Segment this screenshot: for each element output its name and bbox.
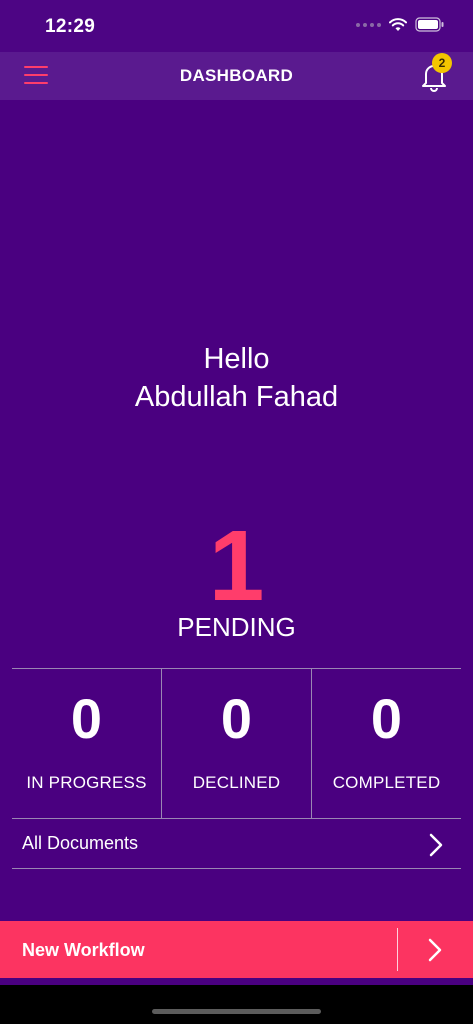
chevron-right-icon <box>428 938 442 962</box>
stats-row: 0 IN PROGRESS 0 DECLINED 0 COMPLETED <box>12 668 461 819</box>
page-title: DASHBOARD <box>179 66 294 85</box>
stat-label: IN PROGRESS <box>26 773 147 792</box>
notification-badge: 2 <box>432 53 452 73</box>
status-icons <box>356 17 445 32</box>
app-header: DASHBOARD <box>0 52 473 100</box>
user-name: Abdullah Fahad <box>134 381 339 413</box>
all-documents-label: All Documents <box>22 833 139 853</box>
bottom-bar <box>0 985 473 1024</box>
status-bar: 12:29 <box>0 0 473 52</box>
pending-label: PENDING <box>177 612 296 642</box>
stat-label: COMPLETED <box>332 773 441 792</box>
new-workflow-label: New Workflow <box>22 940 145 960</box>
signal-icon <box>356 22 381 27</box>
stat-completed[interactable]: 0 COMPLETED <box>311 669 461 818</box>
stat-in-progress[interactable]: 0 IN PROGRESS <box>12 669 161 818</box>
pending-count[interactable]: 1 <box>0 510 473 622</box>
stat-value: 0 <box>220 687 253 750</box>
greeting: Hello Abdullah Fahad <box>0 340 473 416</box>
all-documents-row[interactable]: All Documents <box>12 818 461 869</box>
greeting-hello: Hello <box>203 343 270 375</box>
status-time: 12:29 <box>45 16 96 37</box>
stat-value: 0 <box>70 687 103 750</box>
chevron-right-icon <box>429 833 443 857</box>
home-indicator[interactable] <box>152 1009 321 1014</box>
battery-icon <box>415 17 444 32</box>
wifi-icon <box>389 17 407 31</box>
cta-divider <box>397 928 398 971</box>
stat-declined[interactable]: 0 DECLINED <box>161 669 311 818</box>
stat-label: DECLINED <box>192 773 281 792</box>
new-workflow-button[interactable]: New Workflow <box>0 921 473 978</box>
stat-value: 0 <box>370 687 403 750</box>
